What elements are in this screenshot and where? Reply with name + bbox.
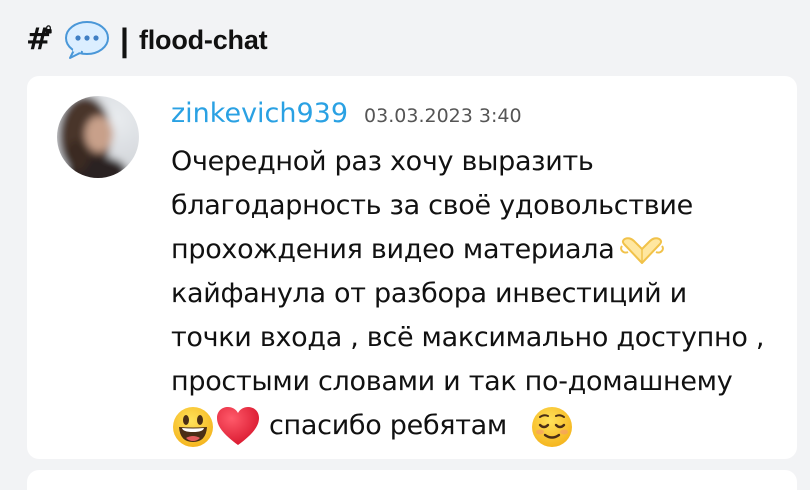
message-line: кайфанула от разбора инвестиций и — [171, 278, 687, 309]
avatar[interactable] — [57, 96, 139, 178]
username[interactable]: zinkevich939 — [171, 98, 348, 129]
header-separator: | — [120, 22, 129, 58]
message-line: точки входа , всё максимально доступно , — [171, 322, 765, 353]
message-line: прохождения видео материала — [171, 228, 781, 272]
message-line-text: спасибо ребятам — [269, 410, 507, 441]
message-line: благодарность за своё удовольствие — [171, 190, 693, 221]
grinning-face-emoji — [173, 406, 213, 447]
red-heart-emoji — [217, 406, 259, 445]
heart-hands-emoji — [620, 236, 665, 264]
message-text: Очередной раз хочу выразить благодарност… — [171, 140, 781, 449]
speech-bubble-icon — [65, 21, 109, 59]
message-line: Очередной раз хочу выразить — [171, 146, 594, 177]
message-line: спасибо ребятам — [171, 404, 781, 449]
timestamp: 03.03.2023 3:40 — [364, 105, 522, 127]
channel-name[interactable]: flood-chat — [139, 20, 268, 60]
message-line: простыми словами и так по-домашнему — [171, 366, 733, 397]
next-message-card — [27, 470, 797, 490]
hash-lock-icon: # — [26, 22, 52, 57]
message-header: zinkevich939 03.03.2023 3:40 — [171, 98, 522, 129]
message-card: zinkevich939 03.03.2023 3:40 Очередной р… — [27, 76, 797, 459]
message-line-text: прохождения видео материала — [171, 234, 615, 265]
channel-header: # | flood-chat — [26, 20, 268, 60]
relieved-face-emoji — [532, 406, 573, 447]
